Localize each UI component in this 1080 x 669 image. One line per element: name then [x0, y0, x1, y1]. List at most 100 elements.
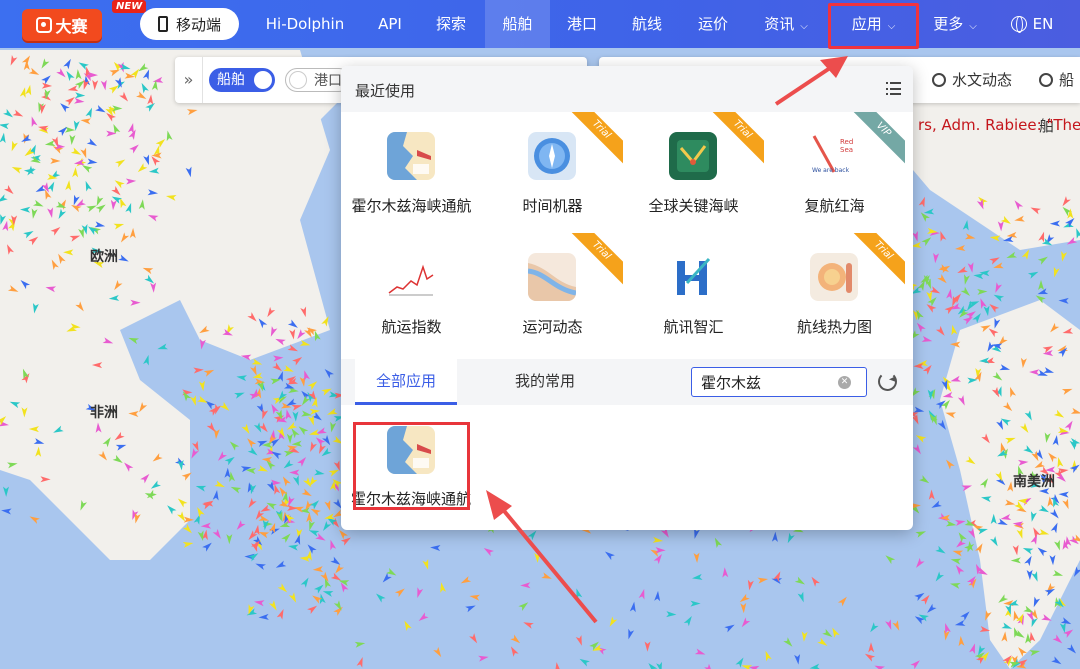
- ship-marker: [465, 605, 476, 613]
- ship-marker: [314, 469, 325, 476]
- ship-marker: [747, 579, 754, 591]
- nav-hi-dolphin[interactable]: Hi-Dolphin: [255, 0, 355, 48]
- ship-marker: [308, 429, 320, 436]
- list-view-icon[interactable]: [886, 82, 901, 95]
- ship-marker: [913, 406, 925, 413]
- result-highlight-box: [353, 422, 470, 510]
- app-canal[interactable]: Trial 运河动态: [482, 233, 623, 353]
- globe-icon: [1010, 16, 1027, 33]
- tab-all-apps[interactable]: 全部应用: [355, 359, 457, 405]
- tab-my-favorites[interactable]: 我的常用: [485, 359, 605, 405]
- ship-marker: [206, 422, 216, 433]
- ship-marker: [787, 532, 795, 544]
- ship-marker: [949, 582, 961, 589]
- nav-ports[interactable]: 港口: [553, 0, 611, 48]
- ship-marker: [969, 643, 975, 655]
- ship-marker: [338, 580, 350, 587]
- ship-marker: [335, 563, 344, 574]
- app-shipping-index[interactable]: 航运指数: [341, 233, 482, 353]
- ship-marker: [330, 572, 342, 581]
- ship-marker: [324, 578, 332, 589]
- ship-marker: [926, 290, 933, 302]
- app-time-machine[interactable]: Trial 时间机器: [482, 112, 623, 232]
- hydro-link[interactable]: 水文动态: [932, 57, 1012, 103]
- heatmap-icon: [810, 253, 858, 301]
- ship-marker: [765, 650, 772, 662]
- ship-marker: [205, 400, 216, 410]
- ship-marker: [298, 426, 309, 436]
- nav-routes[interactable]: 航线: [618, 0, 676, 48]
- ship-toggle[interactable]: 船舶: [209, 68, 275, 92]
- ship-marker: [989, 303, 1000, 313]
- recent-title: 最近使用: [355, 82, 416, 100]
- ship-marker: [868, 642, 875, 653]
- ship-marker: [916, 322, 926, 333]
- clear-search-icon[interactable]: ✕: [838, 376, 851, 389]
- nav-language[interactable]: EN: [1000, 0, 1064, 48]
- nav-news[interactable]: 资讯 ⌵: [750, 0, 822, 48]
- news-ticker[interactable]: rs, Adm. Rabiee: "The S: [918, 116, 1080, 134]
- app-hormuz[interactable]: 霍尔木兹海峡通航: [341, 112, 482, 232]
- hydro-icon: [932, 73, 946, 87]
- ship-marker: [248, 497, 257, 509]
- ship-marker: [609, 616, 618, 627]
- ship-marker: [330, 556, 341, 565]
- mobile-button[interactable]: 移动端: [140, 8, 239, 40]
- ship-marker: [275, 560, 287, 568]
- nav-explore[interactable]: 探索: [422, 0, 480, 48]
- ship-marker: [261, 456, 273, 463]
- new-badge: NEW: [112, 0, 147, 13]
- ship-marker: [955, 245, 966, 251]
- ship-marker: [469, 594, 480, 601]
- ship-marker: [801, 631, 808, 642]
- ship-marker: [274, 484, 281, 495]
- ship-marker: [1006, 251, 1018, 259]
- ship-marker: [241, 423, 250, 434]
- nav-more[interactable]: 更多 ⌵: [922, 0, 988, 48]
- top-navigation: 大赛 NEW 移动端 Hi-Dolphin API 探索 船舶 港口 航线 运价…: [0, 0, 1080, 49]
- ship-marker: [327, 408, 338, 415]
- app-news-hub[interactable]: 航讯智汇: [623, 233, 764, 353]
- event-logo[interactable]: 大赛: [22, 9, 102, 41]
- nav-api[interactable]: API: [364, 0, 416, 48]
- ship-marker: [771, 578, 783, 585]
- nav-freight[interactable]: 运价: [684, 0, 742, 48]
- ship-marker: [289, 469, 300, 476]
- ship-marker: [797, 591, 804, 603]
- ship-marker: [322, 435, 331, 446]
- ship-marker: [247, 446, 258, 456]
- ship-marker: [257, 465, 269, 472]
- ship-marker: [333, 606, 343, 616]
- ship-marker: [333, 460, 340, 471]
- canal-icon: [528, 253, 576, 301]
- ship-marker: [309, 520, 315, 531]
- ship-marker: [935, 571, 945, 582]
- h-logo-icon: [669, 253, 717, 301]
- ship-marker: [299, 339, 311, 346]
- expand-icon[interactable]: »: [175, 57, 203, 103]
- ship-marker: [693, 552, 700, 563]
- ship-marker: [386, 567, 397, 576]
- trial-ribbon: Trial: [712, 112, 764, 164]
- ship-marker: [266, 481, 275, 492]
- refresh-icon[interactable]: [878, 372, 897, 391]
- ship-marker: [993, 294, 1005, 302]
- ship-marker: [912, 444, 921, 455]
- ship-marker: [250, 365, 257, 376]
- ship-marker: [964, 274, 970, 285]
- ship-marker: [301, 410, 312, 417]
- app-tabs-bar: 全部应用 我的常用 ✕: [341, 359, 913, 405]
- ship-marker: [955, 520, 966, 526]
- ship-marker: [252, 372, 264, 379]
- app-key-straits[interactable]: Trial 全球关键海峡: [623, 112, 764, 232]
- app-red-sea[interactable]: Red Sea We are back VIP 复航红海: [764, 112, 905, 232]
- ship-marker: [286, 433, 293, 444]
- nav-ships[interactable]: 船舶: [485, 0, 550, 48]
- ship-marker: [1027, 271, 1039, 279]
- ship-marker: [954, 620, 966, 626]
- ship-marker: [921, 237, 932, 247]
- trial-ribbon: Trial: [571, 233, 623, 285]
- ship-link[interactable]: 船舶: [1039, 57, 1080, 149]
- app-route-heatmap[interactable]: Trial 航线热力图: [764, 233, 905, 353]
- ship-marker: [920, 594, 930, 605]
